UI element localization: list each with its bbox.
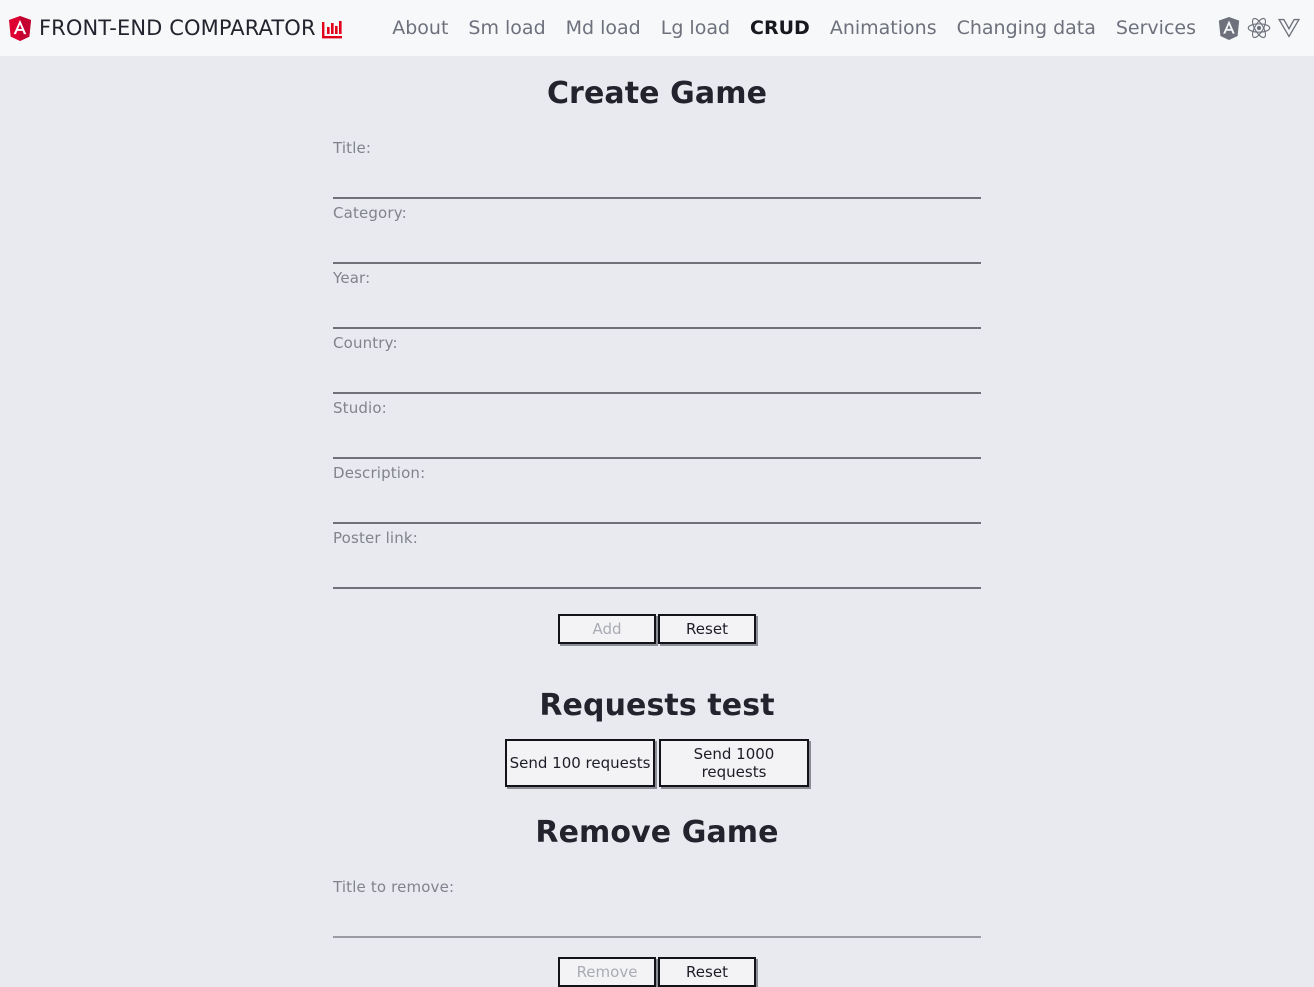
poster-link-input[interactable] xyxy=(333,551,981,587)
nav-item-changing-data[interactable]: Changing data xyxy=(957,17,1096,39)
field-country: Country: xyxy=(333,329,981,394)
nav-item-animations[interactable]: Animations xyxy=(830,17,937,39)
nav-item-lg-load[interactable]: Lg load xyxy=(661,17,730,39)
description-input[interactable] xyxy=(333,486,981,522)
framework-switcher xyxy=(1218,16,1300,40)
remove-button[interactable]: Remove xyxy=(558,957,656,987)
field-studio-label: Studio: xyxy=(333,399,387,417)
nav-item-crud[interactable]: CRUD xyxy=(750,17,810,39)
create-game-form: Title: Category: Year: Country: Studio: xyxy=(333,134,981,644)
field-category: Category: xyxy=(333,199,981,264)
field-country-label: Country: xyxy=(333,334,398,352)
angular-logo-icon[interactable] xyxy=(1218,16,1240,40)
requests-test-title: Requests test xyxy=(539,688,775,723)
main-nav: About Sm load Md load Lg load CRUD Anima… xyxy=(392,16,1300,40)
bar-chart-icon xyxy=(321,21,342,39)
remove-game-title: Remove Game xyxy=(535,815,779,850)
remove-game-form: Title to remove: Remove Reset xyxy=(333,873,981,987)
nav-item-services[interactable]: Services xyxy=(1116,17,1196,39)
page-content: Create Game Title: Category: Year: Count… xyxy=(0,56,1314,987)
brand-title: FRONT-END COMPARATOR xyxy=(39,16,316,40)
nav-item-about[interactable]: About xyxy=(392,17,448,39)
send-1000-requests-button[interactable]: Send 1000 requests xyxy=(659,739,809,787)
send-100-requests-button[interactable]: Send 100 requests xyxy=(505,739,655,787)
reset-remove-button[interactable]: Reset xyxy=(658,957,756,987)
nav-item-md-load[interactable]: Md load xyxy=(566,17,641,39)
vue-logo-icon[interactable] xyxy=(1278,18,1300,38)
remove-game-actions: Remove Reset xyxy=(333,957,981,987)
field-year: Year: xyxy=(333,264,981,329)
field-category-label: Category: xyxy=(333,204,407,222)
studio-input[interactable] xyxy=(333,421,981,457)
year-input[interactable] xyxy=(333,291,981,327)
category-input[interactable] xyxy=(333,226,981,262)
angular-shield-icon xyxy=(8,15,32,41)
field-title: Title: xyxy=(333,134,981,199)
field-description: Description: xyxy=(333,459,981,524)
create-game-actions: Add Reset xyxy=(333,614,981,644)
nav-item-sm-load[interactable]: Sm load xyxy=(468,17,545,39)
field-title-to-remove: Title to remove: xyxy=(333,873,981,938)
add-button[interactable]: Add xyxy=(558,614,656,644)
requests-test-actions: Send 100 requests Send 1000 requests xyxy=(333,739,981,787)
country-input[interactable] xyxy=(333,356,981,392)
field-poster-link: Poster link: xyxy=(333,524,981,589)
field-title-to-remove-label: Title to remove: xyxy=(333,878,455,896)
reset-create-button[interactable]: Reset xyxy=(658,614,756,644)
field-studio: Studio: xyxy=(333,394,981,459)
create-game-title: Create Game xyxy=(546,76,768,111)
site-header: FRONT-END COMPARATOR About Sm load Md lo… xyxy=(0,0,1314,56)
title-to-remove-input[interactable] xyxy=(333,900,981,936)
field-title-label: Title: xyxy=(333,139,372,157)
field-poster-link-label: Poster link: xyxy=(333,529,418,547)
react-logo-icon[interactable] xyxy=(1247,17,1271,39)
field-year-label: Year: xyxy=(333,269,371,287)
field-description-label: Description: xyxy=(333,464,426,482)
content-column: Create Game Title: Category: Year: Count… xyxy=(333,56,981,987)
title-input[interactable] xyxy=(333,161,981,197)
brand[interactable]: FRONT-END COMPARATOR xyxy=(8,15,343,41)
